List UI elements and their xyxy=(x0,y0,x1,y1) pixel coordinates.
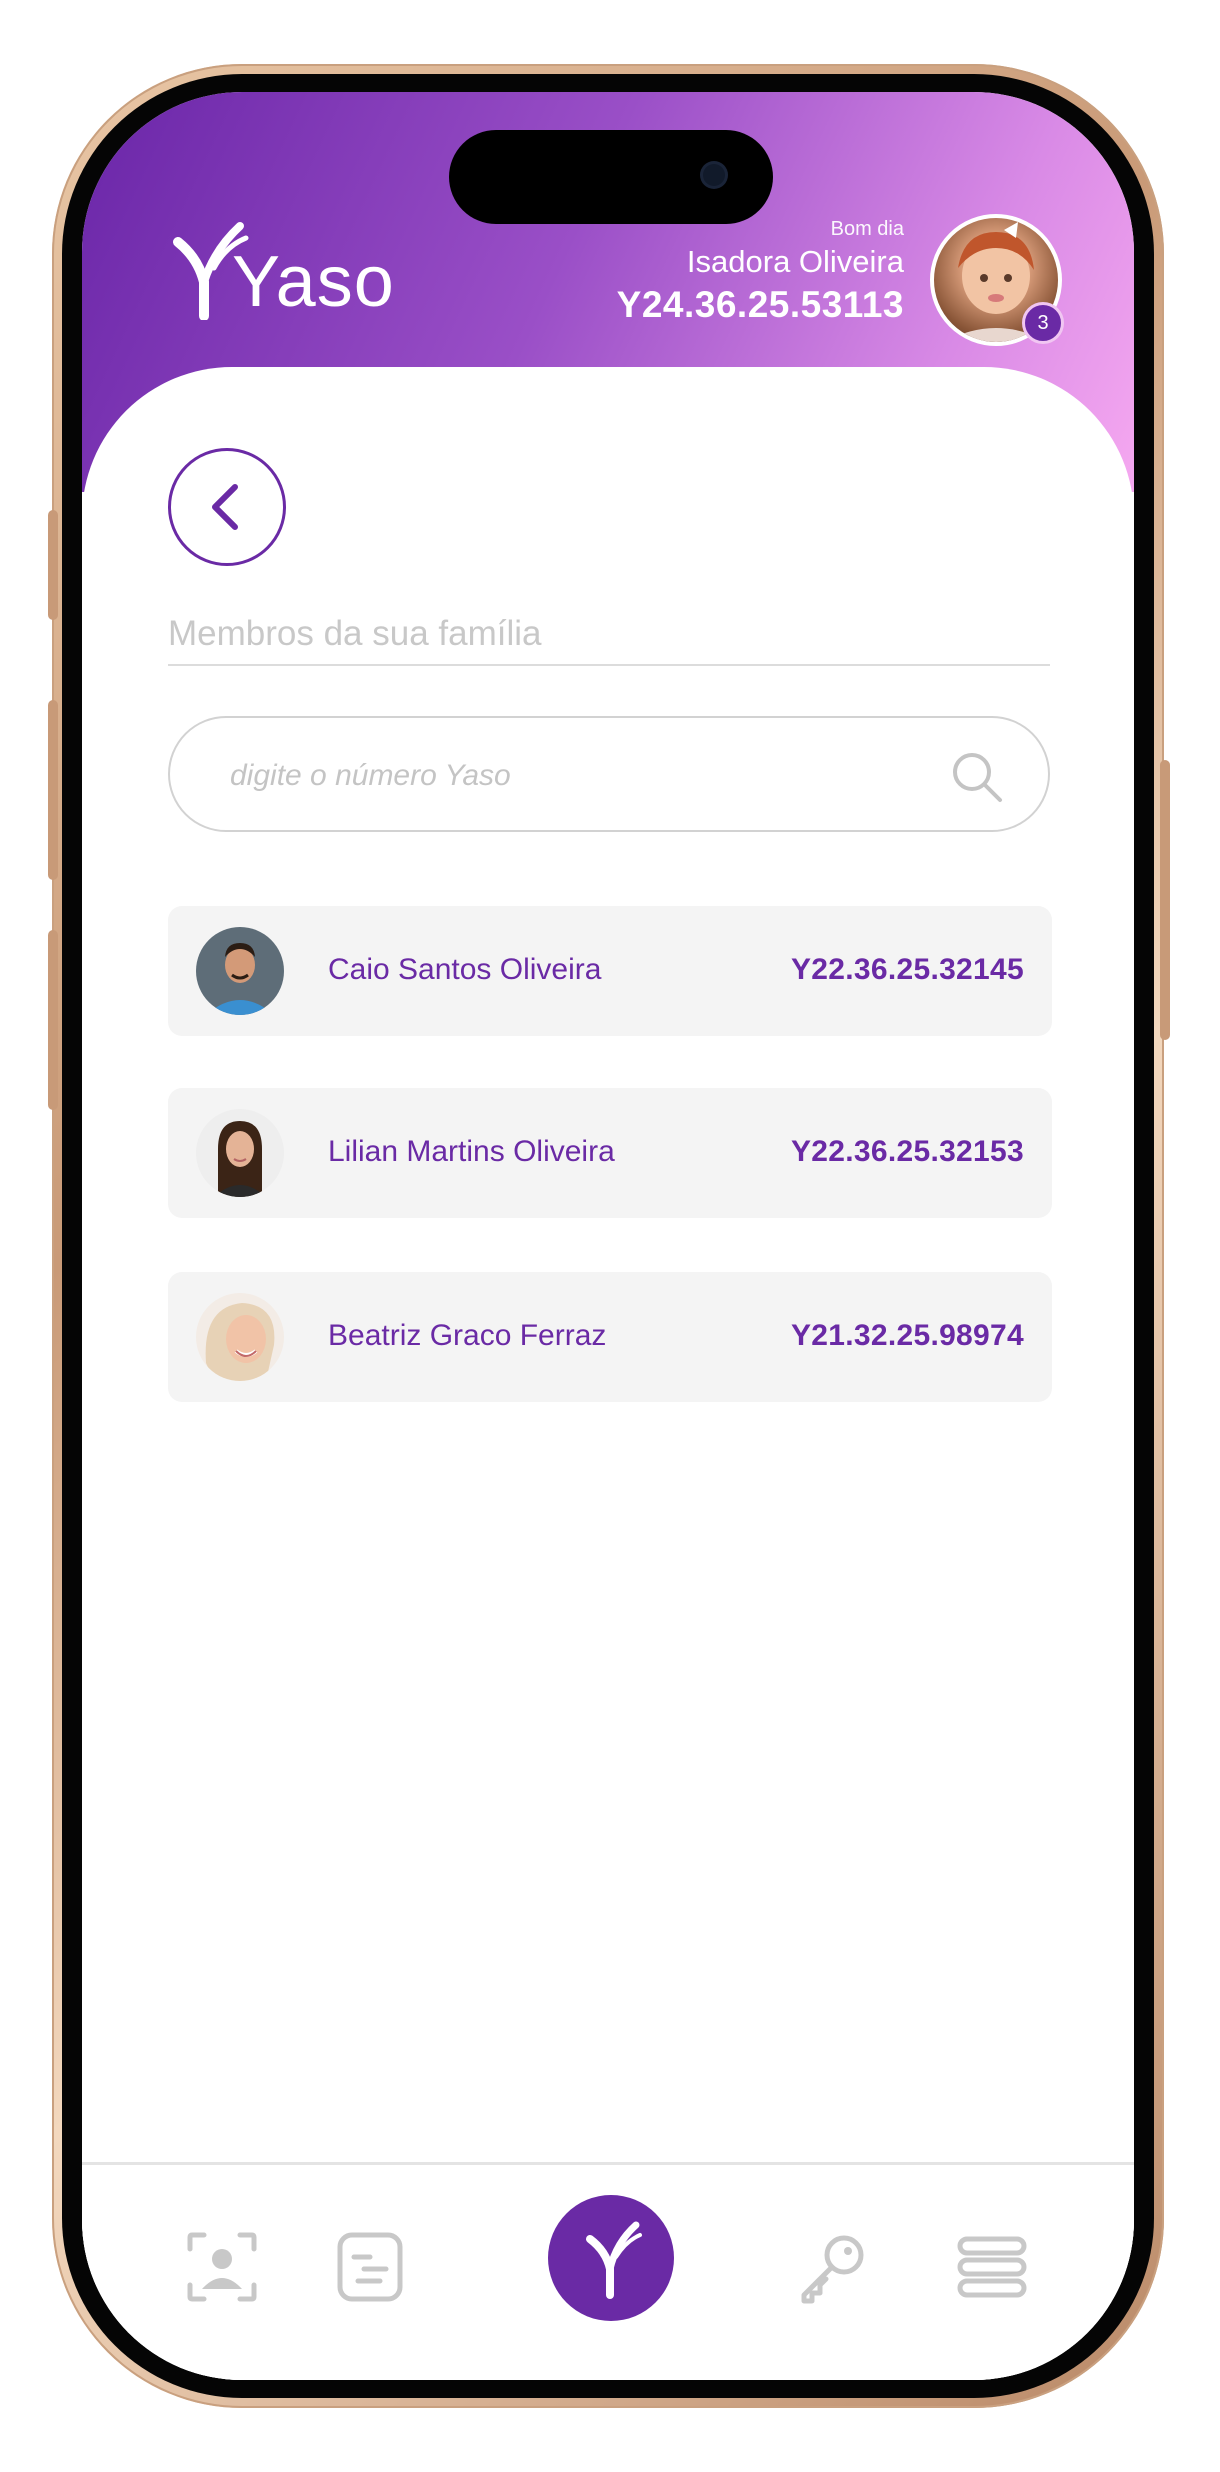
search-input[interactable] xyxy=(228,748,912,804)
member-avatar xyxy=(196,1293,284,1381)
user-greeting: Bom dia Isadora Oliveira Y24.36.25.53113 xyxy=(617,216,904,328)
yaso-home-icon xyxy=(586,2221,642,2299)
volume-down-button xyxy=(48,930,58,1110)
volume-up-button xyxy=(48,700,58,880)
user-name: Isadora Oliveira xyxy=(686,244,904,279)
home-button[interactable] xyxy=(548,2195,674,2321)
member-yaso-id: Y22.36.25.32145 xyxy=(790,953,1024,986)
menu-icon[interactable] xyxy=(952,2227,1032,2307)
brand-name: Yaso xyxy=(232,242,395,322)
member-avatar xyxy=(196,1109,284,1197)
camera-icon xyxy=(703,164,725,186)
user-yaso-id: Y24.36.25.53113 xyxy=(616,284,904,325)
face-scan-icon[interactable] xyxy=(182,2227,262,2307)
dynamic-island xyxy=(449,130,773,224)
member-row[interactable]: Lilian Martins Oliveira Y22.36.25.32153 xyxy=(168,1088,1052,1218)
action-button xyxy=(48,510,58,620)
notification-badge[interactable]: 3 xyxy=(1022,302,1064,344)
search-bar xyxy=(168,716,1050,832)
chevron-left-icon xyxy=(212,484,238,530)
greeting-text: Bom dia xyxy=(830,218,904,240)
key-icon[interactable] xyxy=(792,2227,872,2307)
document-icon[interactable] xyxy=(330,2227,410,2307)
yaso-logo: Yaso xyxy=(170,220,394,320)
power-button xyxy=(1160,760,1170,1040)
phone-screen: Yaso Bom dia Isadora Oliveira Y24.36.25.… xyxy=(82,92,1134,2380)
member-name: Beatriz Graco Ferraz xyxy=(328,1319,607,1352)
member-row[interactable]: Beatriz Graco Ferraz Y21.32.25.98974 xyxy=(168,1272,1052,1402)
back-button[interactable] xyxy=(168,448,286,566)
member-avatar xyxy=(196,927,284,1015)
member-row[interactable]: Caio Santos Oliveira Y22.36.25.32145 xyxy=(168,906,1052,1036)
member-yaso-id: Y22.36.25.32153 xyxy=(790,1135,1024,1168)
member-name: Caio Santos Oliveira xyxy=(328,953,602,986)
search-icon[interactable] xyxy=(948,748,1008,808)
section-title: Membros da sua família xyxy=(168,612,1050,666)
member-name: Lilian Martins Oliveira xyxy=(328,1135,615,1168)
member-yaso-id: Y21.32.25.98974 xyxy=(790,1319,1024,1352)
bottom-navigation xyxy=(82,2162,1134,2380)
